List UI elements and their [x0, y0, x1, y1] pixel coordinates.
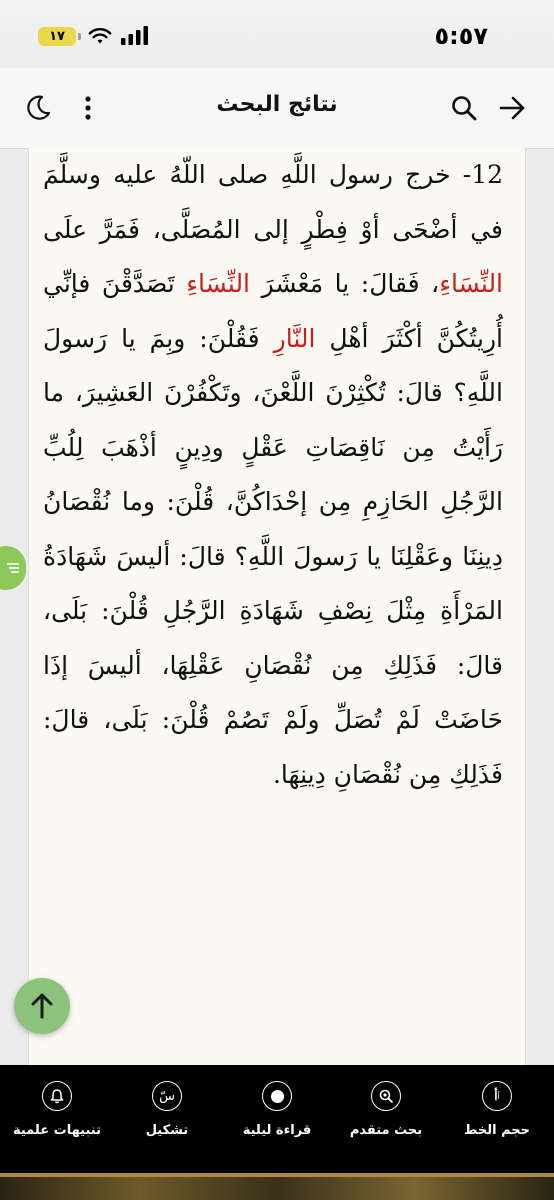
- highlighted-search-term: النِّسَاءِ: [186, 269, 251, 298]
- back-button[interactable]: [496, 92, 528, 124]
- hadith-text: 12- خرج رسول اللَّهِ صلى اللّهُ عليه وسل…: [29, 148, 525, 802]
- list-icon: [7, 563, 19, 573]
- scientific-alerts-label: تنبيهات علمية: [13, 1123, 101, 1138]
- battery-indicator: ١٧: [38, 27, 81, 46]
- hadith-text-segment: فَقُلْنَ: وبِمَ يا رَسولَ اللَّهِ؟ قالَ:…: [43, 323, 503, 789]
- advanced-search-label: بحث متقدم: [349, 1123, 423, 1138]
- status-bar: ١٧ ٥:٥٧: [0, 0, 554, 68]
- hadith-page: 12- خرج رسول اللَّهِ صلى اللّهُ عليه وسل…: [28, 148, 526, 1065]
- font-size-label: حجم الخط: [463, 1123, 531, 1138]
- font-size-button[interactable]: أأ حجم الخط: [442, 1081, 552, 1138]
- cellular-signal-icon: [121, 26, 148, 45]
- back-arrow-icon: [499, 96, 525, 120]
- bell-icon: [42, 1081, 72, 1111]
- night-reading-icon: [262, 1081, 292, 1111]
- diacritics-icon: سّ: [152, 1081, 182, 1111]
- night-reading-label: قراءة ليلية: [242, 1123, 312, 1138]
- side-menu-tab[interactable]: [0, 546, 26, 590]
- font-size-icon: أأ: [482, 1081, 512, 1111]
- search-button[interactable]: [448, 92, 480, 124]
- scroll-to-top-button[interactable]: [14, 978, 70, 1034]
- advanced-search-button[interactable]: بحث متقدم: [331, 1081, 441, 1138]
- night-reading-button[interactable]: قراءة ليلية: [222, 1081, 332, 1138]
- scientific-alerts-button[interactable]: تنبيهات علمية: [2, 1081, 112, 1138]
- search-advanced-icon: [371, 1081, 401, 1111]
- hadith-text-segment: 12- خرج رسول اللَّهِ صلى اللّهُ عليه وسل…: [43, 160, 503, 244]
- hadith-text-segment: ، فَقالَ: يا مَعْشَرَ: [250, 269, 440, 298]
- app-header: نتائج البحث: [0, 68, 554, 149]
- highlighted-search-term: النَّارِ: [273, 323, 316, 353]
- wifi-icon: [88, 28, 112, 44]
- highlighted-search-term: النِّسَاءِ: [439, 269, 504, 298]
- bottom-toolbar: أأ حجم الخط بحث متقدم قراءة ليلية سّ تشك…: [0, 1065, 554, 1173]
- decorative-footer-strip: [0, 1173, 554, 1200]
- search-icon: [452, 96, 477, 121]
- diacritics-label: تشكيل: [145, 1123, 189, 1138]
- diacritics-button[interactable]: سّ تشكيل: [112, 1081, 222, 1138]
- arrow-up-icon: [31, 993, 53, 1019]
- status-time: ٥:٥٧: [434, 22, 488, 50]
